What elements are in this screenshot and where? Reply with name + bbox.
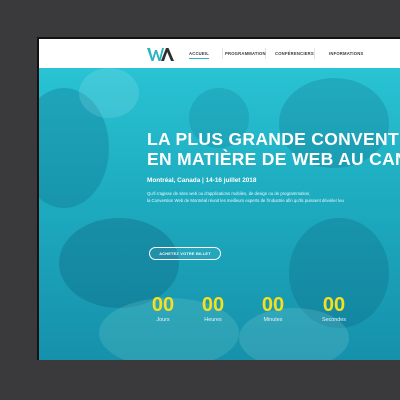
nav-link-accueil[interactable]: ACCUEIL bbox=[189, 51, 210, 59]
hero-title-line: LA PLUS GRANDE CONVENTI bbox=[147, 129, 400, 149]
brand-logo[interactable] bbox=[147, 46, 175, 62]
top-navigation: ACCUEIL PROGRAMMATION CONFÉRENCIERS INFO… bbox=[39, 39, 400, 68]
description-line: Qu'il s'agisse de sites web ou d'applica… bbox=[147, 191, 311, 196]
countdown-value: 00 bbox=[201, 294, 225, 316]
hero-title-line: EN MATIÈRE DE WEB AU CAN bbox=[147, 149, 400, 169]
nav-divider bbox=[314, 48, 315, 59]
hero-title: LA PLUS GRANDE CONVENTI EN MATIÈRE DE WE… bbox=[147, 129, 400, 169]
countdown-label: Secondes bbox=[322, 317, 346, 323]
countdown-seconds: 00 Secondes bbox=[314, 294, 354, 323]
countdown-minutes: 00 Minutes bbox=[253, 294, 293, 323]
countdown-label: Heures bbox=[204, 317, 222, 323]
nav-link-informations[interactable]: INFORMATIONS bbox=[329, 51, 363, 56]
event-description: Qu'il s'agisse de sites web ou d'applica… bbox=[147, 190, 344, 204]
description-line: la Convention Web de Montréal réunit les… bbox=[147, 198, 344, 203]
countdown-label: Jours bbox=[156, 317, 170, 323]
countdown-value: 00 bbox=[151, 294, 175, 316]
countdown-hours: 00 Heures bbox=[193, 294, 233, 323]
nav-link-conferenciers[interactable]: CONFÉRENCIERS bbox=[275, 51, 314, 56]
countdown-label: Minutes bbox=[263, 317, 283, 323]
countdown-value: 00 bbox=[322, 294, 346, 316]
nav-link-programmation[interactable]: PROGRAMMATION bbox=[225, 51, 266, 56]
countdown-days: 00 Jours bbox=[143, 294, 183, 323]
website-page: ACCUEIL PROGRAMMATION CONFÉRENCIERS INFO… bbox=[39, 39, 400, 360]
event-location-date: Montréal, Canada | 14-16 juillet 2018 bbox=[147, 177, 257, 184]
countdown-value: 00 bbox=[261, 294, 285, 316]
nav-divider bbox=[222, 48, 223, 59]
screenshot-frame: ACCUEIL PROGRAMMATION CONFÉRENCIERS INFO… bbox=[37, 37, 400, 360]
buy-ticket-button[interactable]: ACHETEZ VOTRE BILLET bbox=[149, 247, 221, 260]
